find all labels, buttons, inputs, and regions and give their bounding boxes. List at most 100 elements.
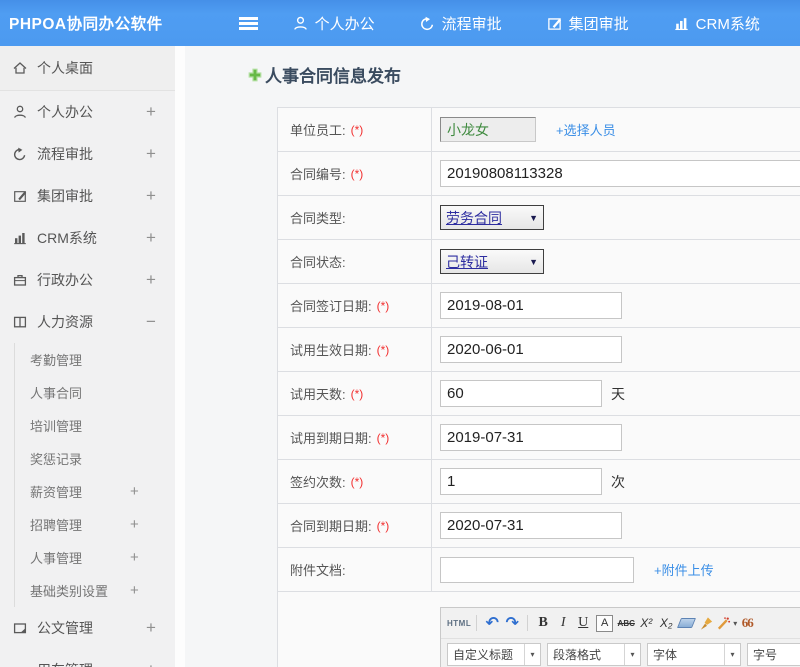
sidebar-item-label: 考勤管理 xyxy=(30,350,82,369)
field-input[interactable]: 己转证 ▼ xyxy=(440,249,544,274)
form-value-cell: 1 ▼ 次 xyxy=(432,460,800,503)
green-plus-icon xyxy=(248,68,262,82)
sidebar-item[interactable]: 人事合同 xyxy=(0,376,175,409)
sidebar-item[interactable]: 基础类别设置 + xyxy=(0,574,175,607)
editor-dropdown[interactable]: 字体 ▾ xyxy=(647,643,741,666)
field-input[interactable]: 1 ▼ xyxy=(440,468,602,495)
html-source-button[interactable]: HTML xyxy=(447,612,471,634)
autotypeset-button[interactable]: ▾ xyxy=(716,612,737,634)
form-row: 单位员工: (*) 小龙女 ▼ +选择人员 xyxy=(278,108,800,152)
form-label-cell: 附件文档: xyxy=(278,548,432,591)
sidebar-item[interactable]: 个人桌面 xyxy=(0,46,175,91)
sidebar-item[interactable]: 培训管理 xyxy=(0,409,175,442)
sidebar-item[interactable]: 流程审批 + xyxy=(0,133,175,175)
expand-icon: + xyxy=(146,144,156,164)
sidebar-item-label: 奖惩记录 xyxy=(30,449,82,468)
font-color-button[interactable]: A xyxy=(596,615,613,632)
editor-toolbar-row2: 自定义标题 ▾ 段落格式 ▾ 字体 xyxy=(441,639,800,667)
editor-dropdown[interactable]: 自定义标题 ▾ xyxy=(447,643,541,666)
sidebar-item-label: 用车管理 xyxy=(37,660,93,667)
topnav-item-icon xyxy=(292,15,309,32)
field-action-link[interactable]: +选择人员 xyxy=(556,120,616,139)
editor-row: HTML ↶ ↷ B I U A ABC X² X₂ ▾ xyxy=(277,592,800,667)
form-value-cell: ▼ +附件上传 xyxy=(432,548,800,591)
field-label: 合同签订日期: xyxy=(290,296,372,315)
subscript-button[interactable]: X₂ xyxy=(656,612,676,634)
dropdown-arrow-icon: ▾ xyxy=(724,644,740,665)
required-marker: (*) xyxy=(351,123,364,137)
sidebar-item[interactable]: 薪资管理 + xyxy=(0,475,175,508)
field-value: 劳务合同 xyxy=(446,208,502,228)
strikethrough-button[interactable]: ABC xyxy=(616,612,636,634)
sidebar-item-icon xyxy=(12,146,28,162)
topnav-item-label: 个人办公 xyxy=(315,13,375,34)
eraser-icon xyxy=(677,618,696,628)
sidebar-item[interactable]: 招聘管理 + xyxy=(0,508,175,541)
topnav-item[interactable]: 个人办公 xyxy=(292,13,375,34)
required-marker: (*) xyxy=(351,167,364,181)
rich-text-editor: HTML ↶ ↷ B I U A ABC X² X₂ ▾ xyxy=(440,607,800,667)
sidebar-item[interactable]: 考勤管理 xyxy=(0,343,175,376)
expand-icon: + xyxy=(146,270,156,290)
field-control: 2020-07-31 ▼ xyxy=(440,512,642,539)
field-action-link[interactable]: +附件上传 xyxy=(654,560,714,579)
sidebar-item[interactable]: 个人办公 + xyxy=(0,91,175,133)
field-control: 小龙女 ▼ +选择人员 xyxy=(440,117,616,142)
field-control: 己转证 ▼ xyxy=(440,249,564,274)
underline-button[interactable]: U xyxy=(573,612,593,634)
italic-button[interactable]: I xyxy=(553,612,573,634)
field-input[interactable]: 2019-08-01 ▼ xyxy=(440,292,622,319)
sidebar-item[interactable]: 公文管理 + xyxy=(0,607,175,649)
expand-icon: + xyxy=(146,618,156,638)
field-input[interactable]: ▼ xyxy=(440,557,634,583)
required-marker: (*) xyxy=(351,475,364,489)
sidebar-item-label: 培训管理 xyxy=(30,416,82,435)
editor-dropdown[interactable]: 字号 ▾ xyxy=(747,643,800,666)
bold-button[interactable]: B xyxy=(533,612,553,634)
sidebar-item-label: 人事合同 xyxy=(30,383,82,402)
form-value-cell: 己转证 ▼ xyxy=(432,240,800,283)
format-brush-button[interactable] xyxy=(696,612,716,634)
topnav-item-icon xyxy=(546,15,563,32)
field-input[interactable]: 60 ▼ xyxy=(440,380,602,407)
form-label-cell: 合同状态: xyxy=(278,240,432,283)
topnav-item[interactable]: 流程审批 xyxy=(419,13,502,34)
field-value: 小龙女 xyxy=(447,120,489,140)
field-value: 2020-06-01 xyxy=(447,341,524,358)
undo-button[interactable]: ↶ xyxy=(482,612,502,634)
menu-toggle-icon[interactable] xyxy=(239,17,258,30)
field-input[interactable]: 2019-07-31 ▼ xyxy=(440,424,622,451)
sidebar-item[interactable]: 人力资源 − xyxy=(0,301,175,343)
page-title: 人事合同信息发布 xyxy=(248,62,800,87)
field-value: 20190808113328 xyxy=(447,165,563,182)
field-input[interactable]: 小龙女 ▼ xyxy=(440,117,536,142)
sidebar-item[interactable]: 用车管理 + xyxy=(0,649,175,667)
sidebar-item[interactable]: CRM系统 + xyxy=(0,217,175,259)
eraser-button[interactable] xyxy=(676,612,696,634)
field-input[interactable]: 劳务合同 ▼ xyxy=(440,205,544,230)
topnav-item[interactable]: 集团审批 xyxy=(546,13,629,34)
sidebar-item-label: 基础类别设置 xyxy=(30,581,108,600)
sidebar-item[interactable]: 集团审批 + xyxy=(0,175,175,217)
redo-button[interactable]: ↷ xyxy=(502,612,522,634)
field-input[interactable]: 2020-06-01 ▼ xyxy=(440,336,622,363)
field-label: 合同到期日期: xyxy=(290,516,372,535)
expand-icon: + xyxy=(130,549,139,566)
field-control: 2020-06-01 ▼ xyxy=(440,336,642,363)
topnav-item[interactable]: CRM系统 xyxy=(673,13,760,34)
field-input[interactable]: 2020-07-31 ▼ xyxy=(440,512,622,539)
editor-cell: HTML ↶ ↷ B I U A ABC X² X₂ ▾ xyxy=(432,592,800,667)
page-title-text: 人事合同信息发布 xyxy=(265,62,401,87)
field-value: 1 xyxy=(447,473,455,490)
required-marker: (*) xyxy=(351,387,364,401)
field-input[interactable]: 20190808113328 ▼ xyxy=(440,160,800,187)
blockquote-button[interactable]: 66 xyxy=(737,612,757,634)
format-brush-icon xyxy=(699,616,714,631)
superscript-button[interactable]: X² xyxy=(636,612,656,634)
sidebar-item[interactable]: 人事管理 + xyxy=(0,541,175,574)
editor-dropdown[interactable]: 段落格式 ▾ xyxy=(547,643,641,666)
sidebar-item[interactable]: 行政办公 + xyxy=(0,259,175,301)
sidebar-item[interactable]: 奖惩记录 xyxy=(0,442,175,475)
form-value-cell: 劳务合同 ▼ xyxy=(432,196,800,239)
sidebar-item-label: 薪资管理 xyxy=(30,482,82,501)
